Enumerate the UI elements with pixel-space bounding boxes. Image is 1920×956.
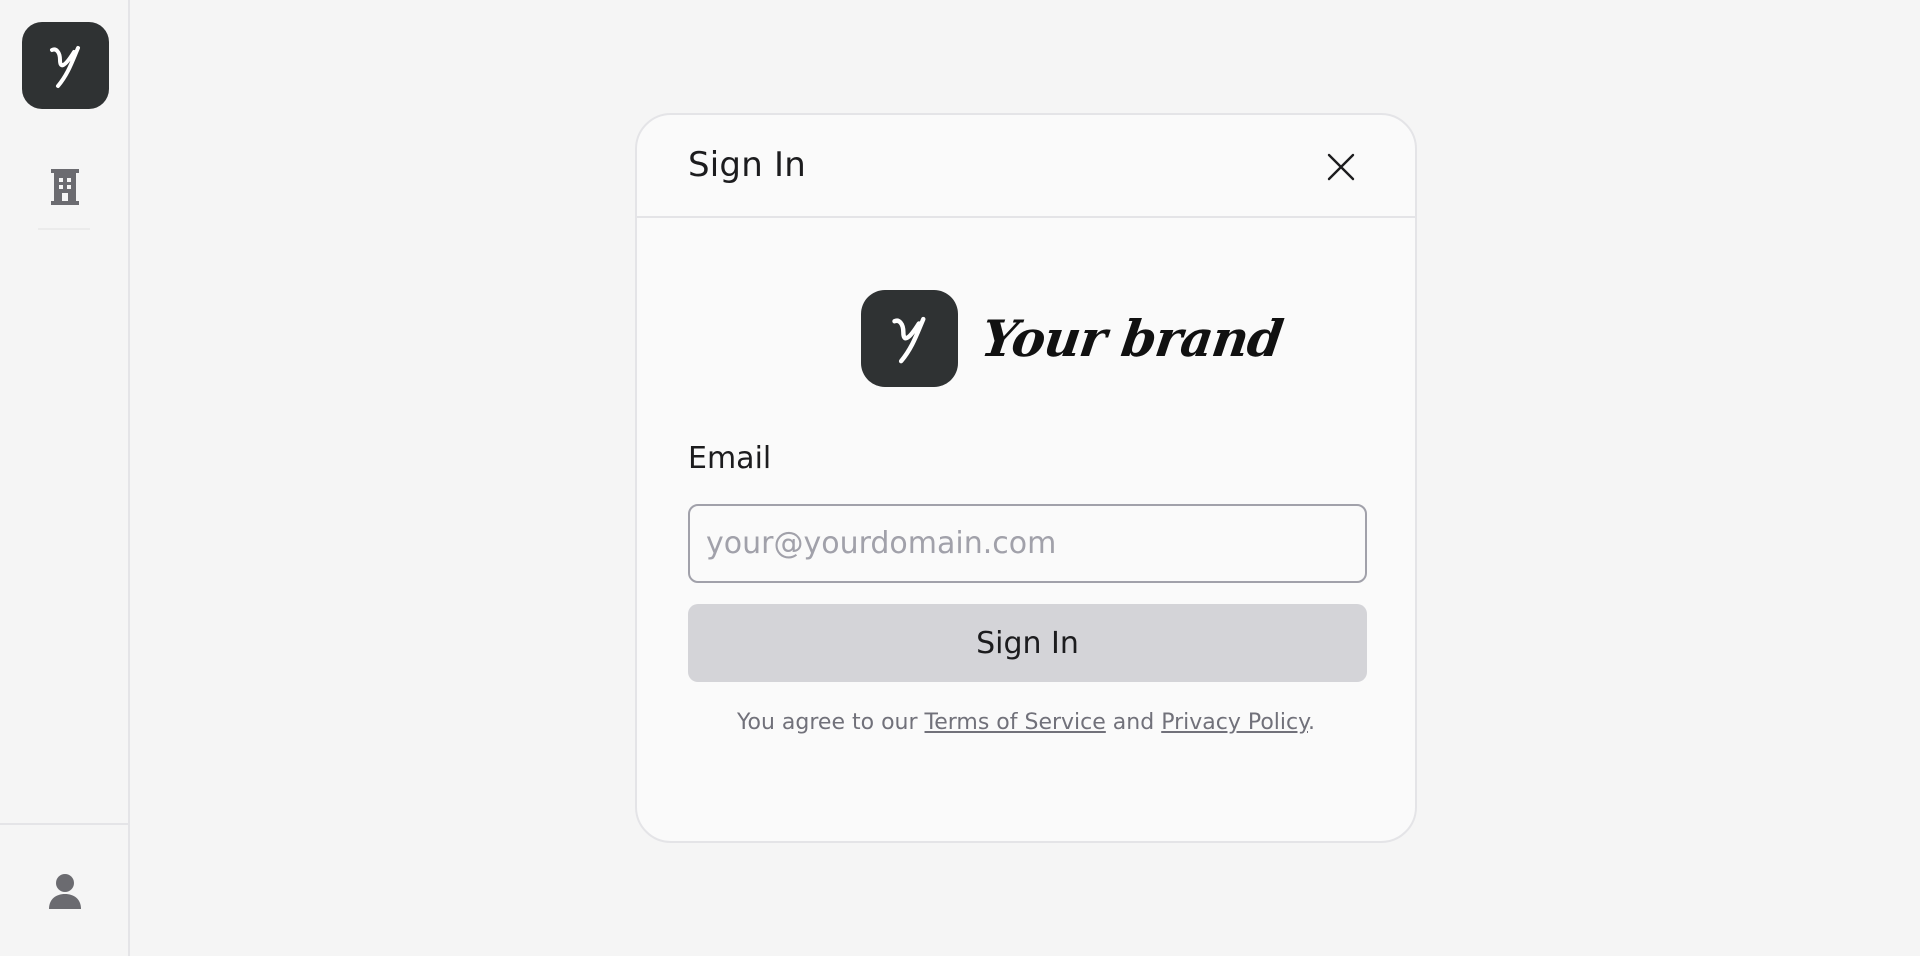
sidebar	[0, 0, 130, 956]
privacy-policy-link[interactable]: Privacy Policy	[1161, 710, 1308, 735]
active-indicator	[38, 228, 90, 230]
brand-name: Your brand	[977, 309, 1286, 368]
y-logo-icon	[891, 316, 925, 363]
dialog-title: Sign In	[688, 145, 806, 185]
sign-in-dialog: Sign In Your brand Email Sign In You agr…	[635, 113, 1417, 843]
app-logo[interactable]	[22, 22, 109, 109]
email-label: Email	[688, 441, 772, 476]
y-logo-icon	[49, 45, 80, 88]
user-icon	[49, 874, 81, 909]
close-icon	[1327, 153, 1355, 181]
dialog-header: Sign In	[637, 115, 1415, 218]
sidebar-item-organization[interactable]	[44, 166, 86, 208]
terms-middle: and	[1105, 710, 1162, 735]
email-input[interactable]	[688, 504, 1367, 583]
terms-suffix: .	[1308, 710, 1315, 735]
terms-prefix: You agree to our	[737, 710, 925, 735]
brand-logo	[861, 290, 958, 387]
close-button[interactable]	[1323, 149, 1359, 185]
terms-notice: You agree to our Terms of Service and Pr…	[637, 710, 1415, 735]
sign-in-button[interactable]: Sign In	[688, 604, 1367, 682]
building-icon	[51, 169, 79, 205]
terms-of-service-link[interactable]: Terms of Service	[925, 710, 1106, 735]
user-account-button[interactable]	[45, 871, 85, 911]
brand: Your brand	[861, 290, 1286, 387]
sidebar-footer	[0, 823, 128, 956]
